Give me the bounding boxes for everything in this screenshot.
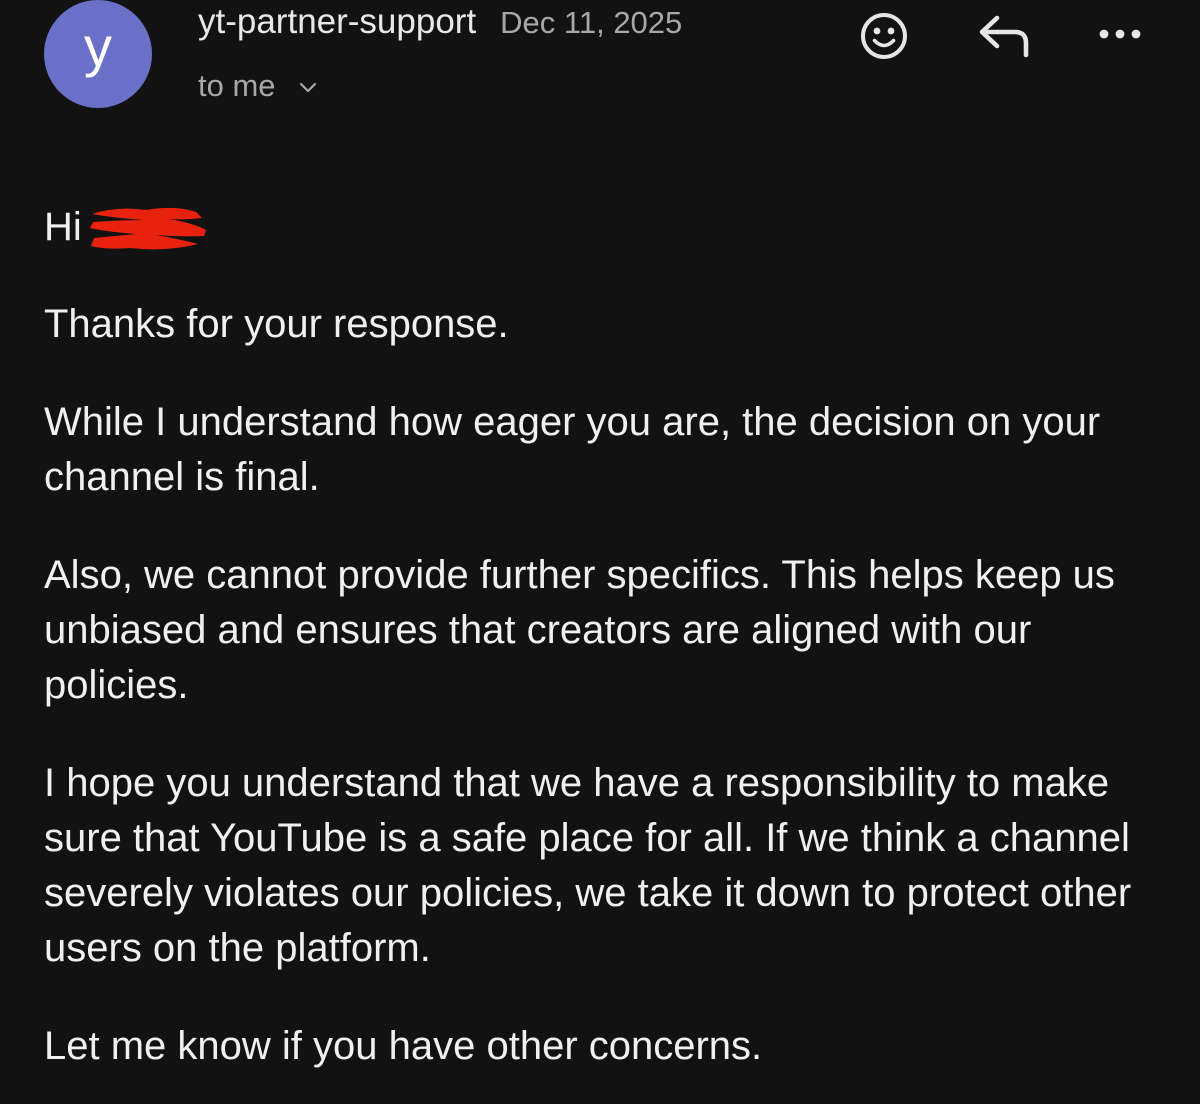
body-paragraph-3: Also, we cannot provide further specific… [44, 553, 1115, 707]
sender-name[interactable]: yt-partner-support [198, 2, 476, 42]
avatar-letter: y [84, 15, 112, 78]
email-body: Hi Thanks for your response. While I und… [44, 200, 1164, 1074]
greeting: Hi [44, 205, 82, 249]
sender-row: yt-partner-support Dec 11, 2025 [198, 2, 682, 42]
smiley-face-icon [861, 13, 907, 59]
body-paragraph-1: Thanks for your response. [44, 302, 509, 346]
chevron-down-icon [299, 82, 316, 93]
body-paragraph-4: I hope you understand that we have a res… [44, 761, 1132, 970]
recipient-label: to me [198, 68, 276, 103]
body-paragraph-2: While I understand how eager you are, th… [44, 400, 1101, 499]
add-reaction-button[interactable] [856, 8, 912, 64]
reply-arrow-icon [979, 15, 1029, 58]
reply-button[interactable] [972, 10, 1036, 62]
sender-avatar[interactable]: y [44, 0, 152, 108]
sent-date: Dec 11, 2025 [500, 5, 683, 40]
body-paragraph-5: Let me know if you have other concerns. [44, 1024, 763, 1068]
recipient-details-toggle[interactable]: to me [198, 68, 318, 104]
redaction-mark [89, 207, 206, 249]
greeting-line: Hi [44, 200, 1164, 255]
more-options-icon [1099, 29, 1141, 39]
more-options-button[interactable] [1090, 12, 1150, 56]
